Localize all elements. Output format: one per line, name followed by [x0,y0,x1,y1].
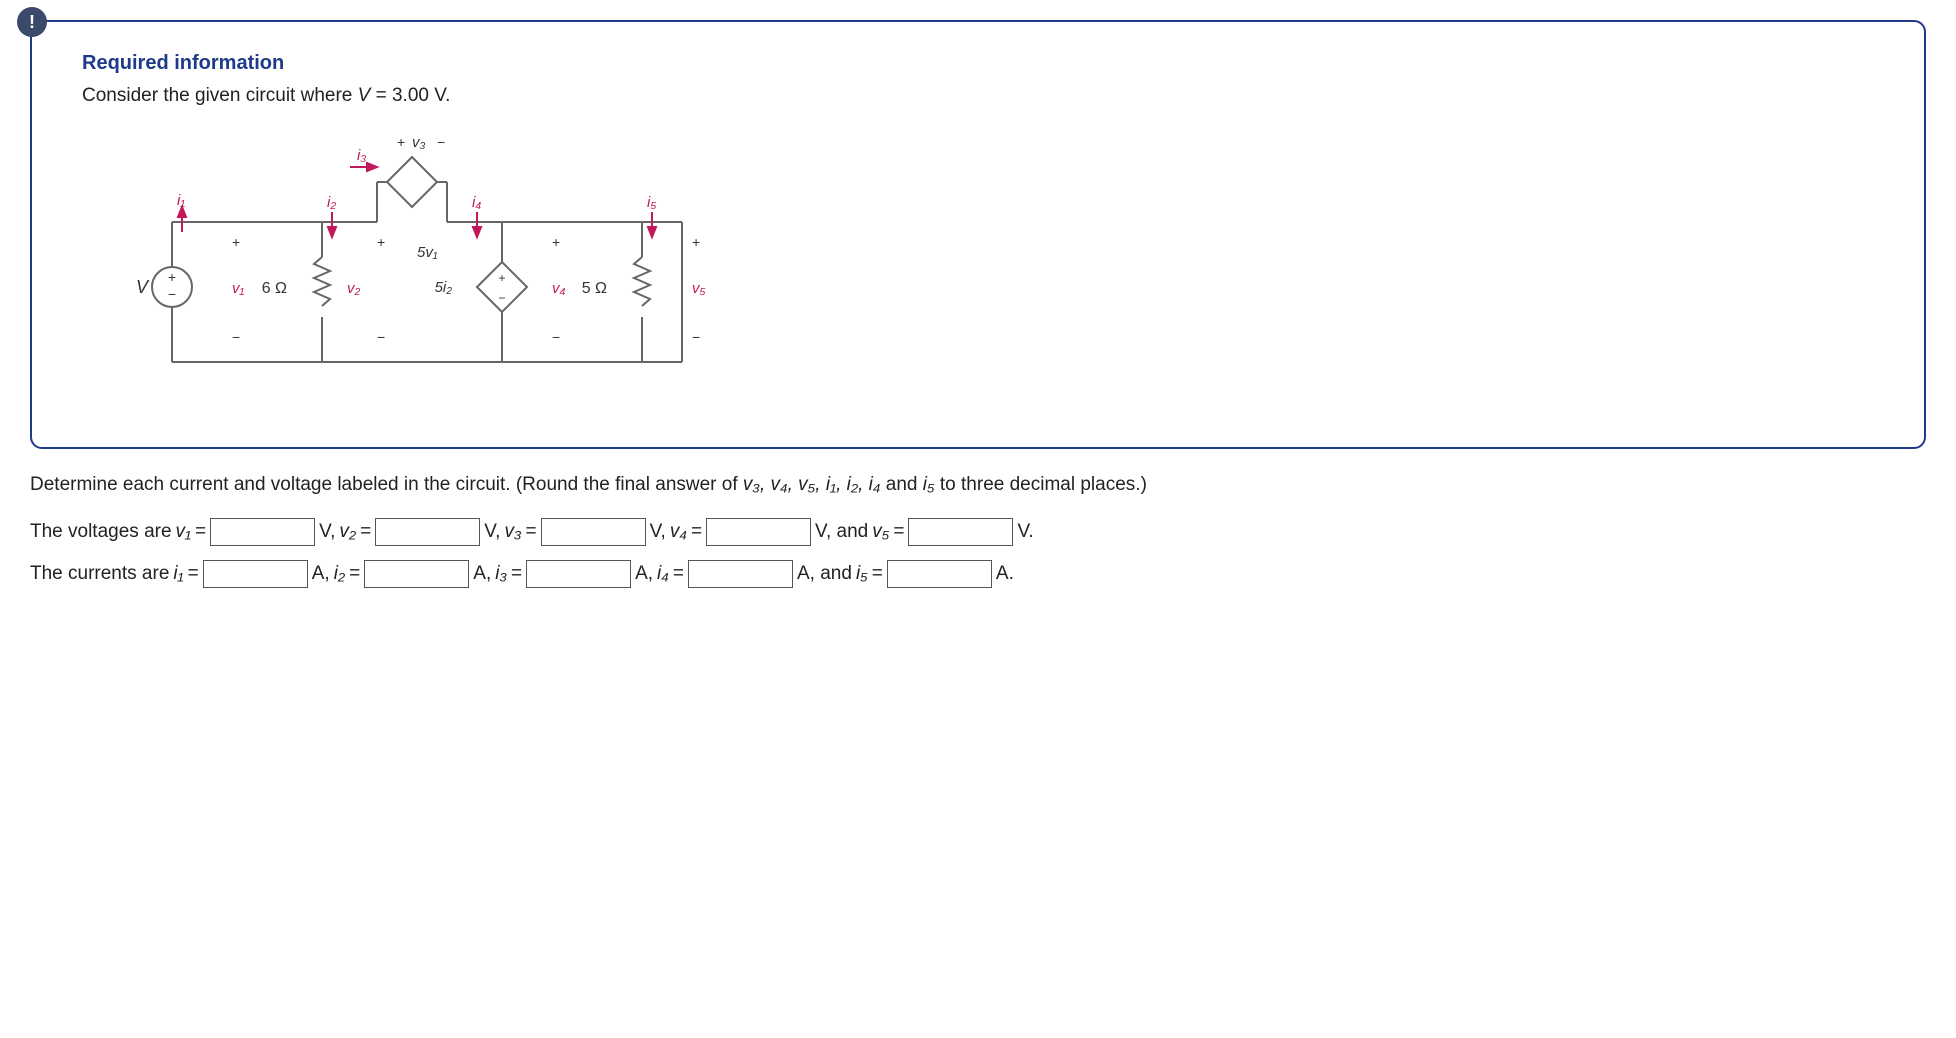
i2-input[interactable] [364,560,469,588]
v5-input[interactable] [908,518,1013,546]
svg-text:−: − [692,329,700,345]
eq3i: = [511,563,522,585]
required-info-title: Required information [82,52,1874,75]
v3-input[interactable] [541,518,646,546]
prompt-eq: = 3.00 V. [370,85,450,106]
u2i: A, [473,563,491,585]
i5-input[interactable] [887,560,992,588]
voltages-row: The voltages are v₁ = V, v₂ = V, v₃ = V,… [30,518,1926,546]
u2v: V, [484,521,500,543]
svg-text:−: − [498,291,505,305]
v4-label: v₄ [552,280,566,297]
eq3v: = [525,521,536,543]
question-last-var: i₅ [923,474,935,495]
svg-text:−: − [168,286,176,302]
currents-lead: The currents are [30,563,169,585]
required-info-box: ! Required information Consider the give… [30,20,1926,449]
dependent-current-source: + − [477,262,527,312]
v2-input[interactable] [375,518,480,546]
currents-row: The currents are i₁ = A, i₂ = A, i₃ = A,… [30,560,1926,588]
dep-i-label: 5i₂ [435,279,453,296]
question-text: Determine each current and voltage label… [30,474,1926,496]
svg-text:+: + [168,269,176,285]
v3-var: v₃ [504,521,521,543]
i5-var: i₅ [856,563,868,585]
voltages-lead: The voltages are [30,521,172,543]
v1-var: v₁ [176,521,192,543]
v4-var: v₄ [670,521,687,543]
eq4i: = [673,563,684,585]
svg-text:+: + [397,134,405,150]
i2-var: i₂ [334,563,345,585]
prompt-text: Consider the given circuit where V = 3.0… [82,85,1874,107]
u1i: A, [312,563,330,585]
alert-icon: ! [17,7,47,37]
circuit-svg: + − V 6 Ω 5 Ω + v₃ − 5v₁ + − 5i₂ [82,127,732,407]
svg-text:+: + [232,234,240,250]
resistor-6ohm-label: 6 Ω [262,280,287,297]
question-end: to three decimal places.) [935,474,1147,495]
svg-text:−: − [232,329,240,345]
i4-var: i₄ [657,563,669,585]
i3-label: i₃ [357,147,366,164]
v3-label-top: v₃ [412,134,426,151]
v4-input[interactable] [706,518,811,546]
i1-input[interactable] [203,560,308,588]
svg-text:+: + [692,234,700,250]
svg-text:−: − [377,329,385,345]
i2-label: i₂ [327,194,336,211]
resistor-5ohm-label: 5 Ω [582,280,607,297]
source-label: V [136,277,150,297]
v5-var: v₅ [872,521,889,543]
eq4v: = [691,521,702,543]
question-vars: v₃, v₄, v₅, i₁, i₂, i₄ [743,474,881,495]
svg-text:−: − [552,329,560,345]
v2-var: v₂ [339,521,356,543]
eq2v: = [360,521,371,543]
u1v: V, [319,521,335,543]
v1-label: v₁ [232,280,245,297]
i5-label: i₅ [647,194,656,211]
i4-label: i₄ [472,194,481,211]
question-start: Determine each current and voltage label… [30,474,743,495]
v5-label: v₅ [692,280,706,297]
eq1v: = [195,521,206,543]
i3-input[interactable] [526,560,631,588]
circuit-diagram: + − V 6 Ω 5 Ω + v₃ − 5v₁ + − 5i₂ [82,127,1874,407]
eq5v: = [893,521,904,543]
i4-input[interactable] [688,560,793,588]
question-and: and [881,474,923,495]
dep-v-label: 5v₁ [417,244,438,261]
svg-text:−: − [437,134,445,150]
u5v: V. [1017,521,1033,543]
i1-var: i₁ [173,563,183,585]
u3i: A, [635,563,653,585]
svg-text:+: + [377,234,385,250]
v1-input[interactable] [210,518,315,546]
v2-label: v₂ [347,280,361,297]
eq5i: = [872,563,883,585]
u4i: A, and [797,563,852,585]
u3v: V, [650,521,666,543]
prompt-prefix: Consider the given circuit where [82,85,358,106]
u5i: A. [996,563,1014,585]
i3-var: i₃ [495,563,507,585]
i1-label: i₁ [177,192,185,209]
eq1i: = [188,563,199,585]
prompt-var: V [358,85,371,106]
dependent-voltage-source [387,157,437,207]
svg-text:+: + [498,271,505,285]
svg-text:+: + [552,234,560,250]
eq2i: = [349,563,360,585]
u4v: V, and [815,521,868,543]
